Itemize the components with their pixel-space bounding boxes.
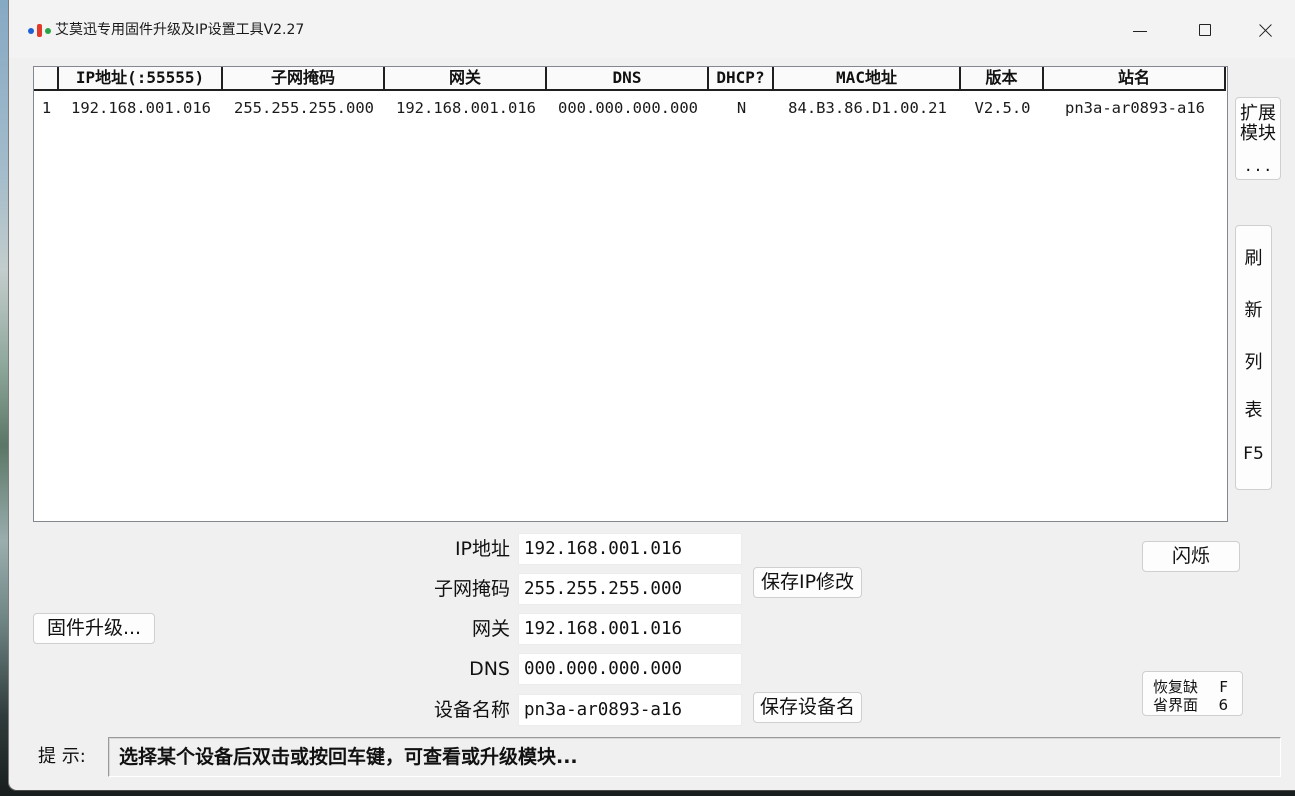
column-header-subnet-mask[interactable]: 子网掩码 xyxy=(223,67,385,91)
app-icon-red-bar xyxy=(37,24,42,37)
cell-version: V2.5.0 xyxy=(974,99,1031,117)
subnet-mask-label: 子网掩码 xyxy=(433,578,510,600)
column-header-version[interactable]: 版本 xyxy=(961,67,1044,91)
refresh-list-label-line-5: F5 xyxy=(1243,444,1264,464)
table-row[interactable]: 1 192.168.001.016 255.255.255.000 192.16… xyxy=(34,93,1226,123)
cell-mac: 84.B3.86.D1.00.21 xyxy=(788,99,947,117)
refresh-list-label-line-4: 表 xyxy=(1244,400,1263,421)
device-name-label: 设备名称 xyxy=(433,699,510,721)
gateway-field[interactable] xyxy=(518,613,742,645)
refresh-list-label-line-3: 列 xyxy=(1244,352,1263,373)
refresh-list-button[interactable]: 刷 新 列 表 F5 xyxy=(1235,225,1272,490)
cell-ip: 192.168.001.016 xyxy=(71,99,211,117)
firmware-upgrade-button[interactable]: 固件升级... xyxy=(33,613,155,644)
app-window: 艾莫迅专用固件升级及IP设置工具V2.27 IP地址(:55555) 子网掩码 … xyxy=(9,0,1295,790)
restore-defaults-hotkey-line-1: F xyxy=(1219,678,1228,696)
cell-index: 1 xyxy=(41,99,52,117)
window-title: 艾莫迅专用固件升级及IP设置工具V2.27 xyxy=(55,22,305,38)
refresh-list-label-line-2: 新 xyxy=(1244,300,1263,321)
flash-button[interactable]: 闪烁 xyxy=(1142,541,1240,572)
device-name-field[interactable] xyxy=(518,694,742,726)
save-ip-button[interactable]: 保存IP修改 xyxy=(753,567,862,598)
cell-dhcp: N xyxy=(736,99,747,117)
subnet-mask-field[interactable] xyxy=(518,573,742,605)
expand-module-label-line-1: 扩展 xyxy=(1240,103,1276,124)
cell-gateway: 192.168.001.016 xyxy=(396,99,536,117)
dns-field[interactable] xyxy=(518,653,742,685)
app-icon-blue-dot xyxy=(28,28,34,34)
app-icon-green-dot xyxy=(45,28,51,34)
dns-label: DNS xyxy=(469,658,510,680)
title-bar[interactable]: 艾莫迅专用固件升级及IP设置工具V2.27 xyxy=(9,0,1295,58)
restore-defaults-label-row-1: 恢复缺 F xyxy=(1143,678,1242,696)
column-header-ip[interactable]: IP地址(:55555) xyxy=(59,67,223,91)
column-header-index[interactable] xyxy=(34,67,59,91)
refresh-list-label-line-1: 刷 xyxy=(1244,248,1263,269)
column-header-dhcp[interactable]: DHCP? xyxy=(709,67,774,91)
ip-address-label: IP地址 xyxy=(454,538,510,560)
column-header-dns[interactable]: DNS xyxy=(547,67,709,91)
column-header-gateway[interactable]: 网关 xyxy=(385,67,547,91)
minimize-button[interactable] xyxy=(1110,0,1170,58)
close-button[interactable] xyxy=(1235,0,1295,58)
minimize-icon xyxy=(1133,31,1147,32)
restore-defaults-text-line-2: 省界面 xyxy=(1153,696,1199,714)
maximize-icon xyxy=(1199,24,1211,36)
device-list[interactable]: IP地址(:55555) 子网掩码 网关 DNS DHCP? MAC地址 版本 … xyxy=(33,66,1228,522)
maximize-button[interactable] xyxy=(1175,0,1235,58)
expand-module-button[interactable]: 扩展 模块 ... xyxy=(1235,97,1281,180)
cell-dns: 000.000.000.000 xyxy=(558,99,698,117)
status-message: 选择某个设备后双击或按回车键，可查看或升级模块... xyxy=(108,737,1281,777)
expand-module-label-line-3: ... xyxy=(1245,155,1275,176)
restore-defaults-text-line-1: 恢复缺 xyxy=(1153,678,1199,696)
save-device-name-button[interactable]: 保存设备名 xyxy=(753,692,862,723)
expand-module-label-line-2: 模块 xyxy=(1240,123,1276,144)
column-header-station-name[interactable]: 站名 xyxy=(1044,67,1226,91)
cell-subnet-mask: 255.255.255.000 xyxy=(234,99,374,117)
cell-station-name: pn3a-ar0893-a16 xyxy=(1065,99,1205,117)
restore-defaults-hotkey-line-2: 6 xyxy=(1218,696,1228,714)
ip-address-field[interactable] xyxy=(518,533,742,565)
restore-defaults-label-row-2: 省界面 6 xyxy=(1143,696,1242,714)
column-header-mac[interactable]: MAC地址 xyxy=(774,67,961,91)
restore-defaults-button[interactable]: 恢复缺 F 省界面 6 xyxy=(1142,671,1243,716)
status-label: 提 示: xyxy=(38,746,86,767)
app-icon xyxy=(28,24,52,37)
gateway-label: 网关 xyxy=(471,618,510,640)
device-list-header: IP地址(:55555) 子网掩码 网关 DNS DHCP? MAC地址 版本 … xyxy=(34,67,1226,91)
